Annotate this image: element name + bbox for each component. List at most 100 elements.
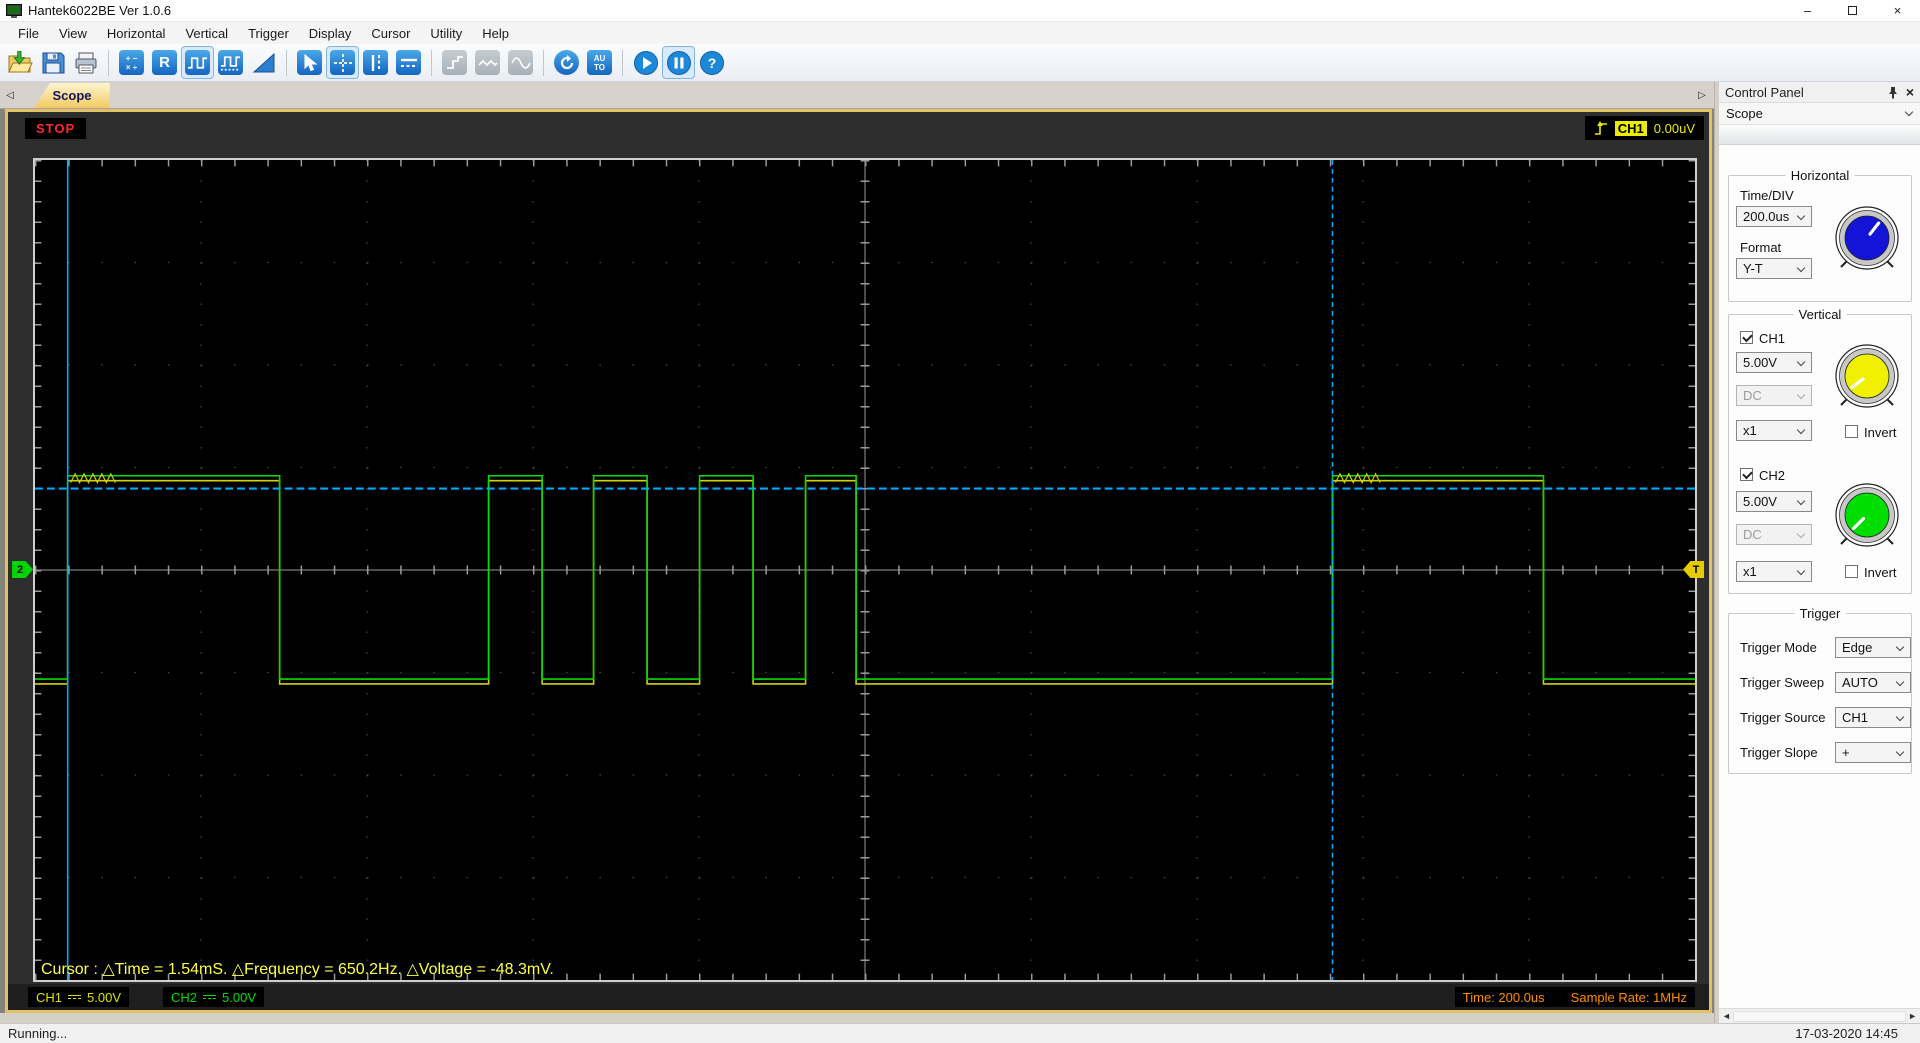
cross-cursor-button[interactable]: [327, 47, 358, 78]
minimize-button[interactable]: –: [1785, 0, 1830, 21]
trigger-sweep-select[interactable]: AUTO: [1835, 672, 1911, 693]
control-panel: Control Panel × Scope Horizontal Time/DI…: [1719, 82, 1920, 1023]
scope-header: STOP CH1 0.00uV: [8, 112, 1709, 152]
math-icon: + − × ÷: [126, 54, 138, 72]
save-button[interactable]: [37, 47, 68, 78]
time-per-div-value: Time: 200.0us: [1463, 990, 1545, 1005]
horizontal-group-title: Horizontal: [1786, 168, 1855, 183]
panel-mode-row: Scope: [1719, 103, 1920, 125]
horizontal-knob[interactable]: [1832, 203, 1902, 273]
pointer-cursor-button[interactable]: [294, 47, 325, 78]
step-icon: [445, 54, 465, 72]
panel-mode-select[interactable]: Scope: [1720, 103, 1919, 124]
trigger-source-select[interactable]: CH1: [1835, 707, 1911, 728]
toolbar-separator: [431, 50, 432, 76]
menu-view[interactable]: View: [49, 24, 97, 43]
timediv-label: Time/DIV: [1740, 188, 1794, 203]
trigger-group-title: Trigger: [1795, 606, 1846, 621]
ch2-position-marker[interactable]: 2: [12, 561, 33, 578]
trigger-sweep-label: Trigger Sweep: [1740, 675, 1824, 690]
tab-scroll-right[interactable]: ▷: [1692, 85, 1712, 105]
sine-wave-button[interactable]: [505, 47, 536, 78]
trigger-source-value: CH1: [1842, 710, 1868, 725]
menu-trigger[interactable]: Trigger: [238, 24, 299, 43]
trigger-readout: CH1 0.00uV: [1585, 116, 1704, 140]
menu-cursor[interactable]: Cursor: [361, 24, 420, 43]
ch1-probe-select[interactable]: x1: [1736, 420, 1812, 441]
rising-edge-icon: [1594, 120, 1608, 137]
pause-icon: [666, 50, 692, 76]
tab-scope[interactable]: Scope: [34, 83, 110, 108]
ch1-invert-checkbox[interactable]: [1845, 425, 1858, 438]
ch2-coupling-select: DC: [1736, 524, 1812, 545]
format-select[interactable]: Y-T: [1736, 258, 1812, 279]
autoset-button[interactable]: AU TO: [584, 47, 615, 78]
ch2-enable-checkbox[interactable]: [1740, 468, 1753, 481]
dc-coupling-icon: [203, 995, 216, 999]
pin-icon[interactable]: [1888, 86, 1898, 99]
ramp-button[interactable]: [248, 47, 279, 78]
ch1-position-knob[interactable]: [1832, 341, 1902, 411]
scrollbar-track[interactable]: [1733, 1011, 1906, 1022]
ch2-position-knob[interactable]: [1832, 480, 1902, 550]
menu-display[interactable]: Display: [299, 24, 362, 43]
trigger-slope-select[interactable]: +: [1835, 742, 1911, 763]
digital-waveform-button[interactable]: [215, 47, 246, 78]
panel-close-icon[interactable]: ×: [1906, 85, 1914, 99]
channel-waveform-button[interactable]: [182, 47, 213, 78]
titlebar: Hantek6022BE Ver 1.0.6 – ×: [0, 0, 1920, 22]
math-button[interactable]: + − × ÷: [116, 47, 147, 78]
menu-horizontal[interactable]: Horizontal: [97, 24, 176, 43]
menu-vertical[interactable]: Vertical: [175, 24, 238, 43]
step-measure-button[interactable]: [439, 47, 470, 78]
trigger-mode-select[interactable]: Edge: [1835, 637, 1911, 658]
vertical-cursors-button[interactable]: [360, 47, 391, 78]
ch2-volts-select[interactable]: 5.00V: [1736, 491, 1812, 512]
ch1-volts-value: 5.00V: [1743, 355, 1777, 370]
vertical-cursors-icon: [366, 53, 386, 73]
ch1-invert-label: Invert: [1864, 425, 1897, 440]
menubar: File View Horizontal Vertical Trigger Di…: [0, 22, 1920, 44]
scope-display[interactable]: Cursor : △Time = 1.54mS. △Frequency = 65…: [33, 158, 1697, 982]
scroll-left-icon[interactable]: ◄: [1722, 1011, 1731, 1021]
ch1-enable-checkbox[interactable]: [1740, 331, 1753, 344]
ch1-probe-value: x1: [1743, 423, 1757, 438]
play-icon: [633, 50, 659, 76]
close-button[interactable]: ×: [1875, 0, 1920, 21]
autoset-icon: AU TO: [594, 54, 606, 72]
ch2-invert-checkbox[interactable]: [1845, 565, 1858, 578]
ch2-badge-label: CH2: [171, 990, 197, 1005]
panel-toolbar-strip: [1719, 125, 1920, 145]
timediv-select[interactable]: 200.0us: [1736, 206, 1812, 227]
trigger-mode-label: Trigger Mode: [1740, 640, 1817, 655]
pause-button[interactable]: [663, 47, 694, 78]
panel-horizontal-scrollbar[interactable]: ◄ ►: [1719, 1008, 1920, 1023]
trigger-channel-chip: CH1: [1615, 121, 1647, 136]
sine-wave-icon: [511, 55, 531, 71]
tab-scroll-left[interactable]: ◁: [0, 85, 20, 105]
trigger-sweep-value: AUTO: [1842, 675, 1878, 690]
chevron-down-icon: [1797, 212, 1805, 220]
horizontal-cursors-button[interactable]: [393, 47, 424, 78]
menu-file[interactable]: File: [8, 24, 49, 43]
reference-button[interactable]: R: [149, 47, 180, 78]
menu-utility[interactable]: Utility: [420, 24, 472, 43]
refresh-button[interactable]: [551, 47, 582, 78]
print-button[interactable]: [70, 47, 101, 78]
start-button[interactable]: [630, 47, 661, 78]
chevron-down-icon: [1797, 530, 1805, 538]
ch1-volts-select[interactable]: 5.00V: [1736, 352, 1812, 373]
ch2-probe-value: x1: [1743, 564, 1757, 579]
scroll-right-icon[interactable]: ►: [1908, 1011, 1917, 1021]
ch2-badge-volts: 5.00V: [222, 990, 256, 1005]
svg-text:?: ?: [707, 55, 716, 71]
help-button[interactable]: ?: [696, 47, 727, 78]
ch1-coupling-select: DC: [1736, 385, 1812, 406]
menu-help[interactable]: Help: [472, 24, 519, 43]
maximize-button[interactable]: [1830, 0, 1875, 21]
ch2-probe-select[interactable]: x1: [1736, 561, 1812, 582]
noise-wave-button[interactable]: [472, 47, 503, 78]
open-file-button[interactable]: [4, 47, 35, 78]
panel-body: Horizontal Time/DIV 200.0us Format Y-T V…: [1719, 145, 1920, 1023]
stop-button[interactable]: STOP: [25, 118, 86, 139]
